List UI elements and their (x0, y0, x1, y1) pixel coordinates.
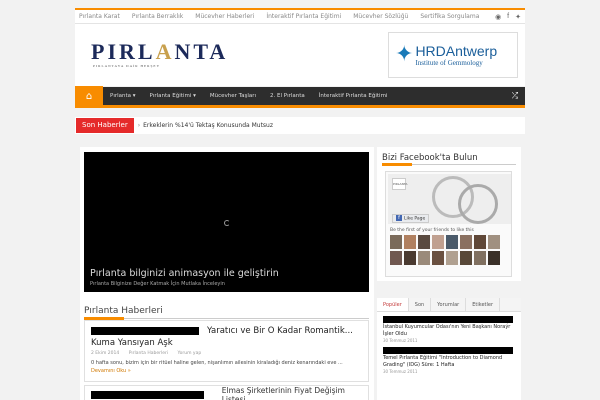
section-header: Pırlanta Haberleri (84, 305, 369, 320)
popular-post-date: 30 Temmuz 2011 (383, 369, 418, 374)
home-icon[interactable]: ⌂ (75, 85, 103, 107)
sidebar: Bizi Facebook'ta Bulun PIRLANTA f Like Pa… (377, 147, 521, 400)
main-nav: ⌂ Pırlanta ▾ Pırlanta Eğitimi ▾ Mücevher… (75, 85, 525, 108)
avatar[interactable] (474, 235, 486, 249)
nav-item-pirlanta[interactable]: Pırlanta ▾ (103, 93, 143, 99)
redacted-block (91, 327, 199, 335)
avatar[interactable] (432, 251, 444, 265)
avatar[interactable] (418, 235, 430, 249)
facebook-faces (390, 235, 510, 265)
hrd-banner-title: HRDAntwerp (415, 42, 498, 59)
top-link-karat[interactable]: Pırlanta Karat (79, 13, 120, 20)
tab-bar: Popüler Son Yorumlar Etiketler (377, 298, 521, 312)
article-excerpt: 0 hafta sonu, bizim için bir ritüel hali… (91, 360, 343, 366)
avatar[interactable] (488, 251, 500, 265)
article-meta: 2 Ekim 2014 Pırlanta Haberleri Yorum yap (91, 351, 362, 356)
top-link-interaktif-egitim[interactable]: İnteraktif Pırlanta Eğitimi (266, 13, 341, 20)
avatar[interactable] (390, 251, 402, 265)
widget-underline (382, 163, 516, 166)
section-title: Pırlanta Haberleri (84, 306, 163, 316)
facebook-cover-image[interactable]: PIRLANTA f Like Page (388, 174, 511, 224)
chevron-right-icon: › (137, 122, 141, 129)
article-title[interactable]: Yaratıcı ve Bir O Kadar Romantik... (207, 326, 353, 336)
list-item: Temel Pırlanta Eğitimi "Introduction to … (377, 343, 521, 374)
list-item: İstanbul Kuyumcular Odası'nın Yeni Başka… (377, 312, 521, 343)
avatar[interactable] (460, 251, 472, 265)
read-more-link[interactable]: Devamını Oku » (91, 368, 362, 374)
tab-son[interactable]: Son (409, 298, 432, 311)
avatar[interactable] (432, 235, 444, 249)
nav-item-mucevher-taslari[interactable]: Mücevher Taşları (203, 93, 263, 99)
avatar[interactable] (488, 235, 500, 249)
facebook-widget-title: Bizi Facebook'ta Bulun (382, 153, 478, 163)
redacted-block (91, 391, 204, 399)
nav-item-interaktif[interactable]: İnteraktif Pırlanta Eğitimi (312, 93, 395, 99)
top-link-berraklik[interactable]: Pırlanta Berraklık (132, 13, 183, 20)
main-content: Pırlanta bilginizi animasyon ile gelişti… (80, 147, 374, 400)
hrd-antwerp-banner[interactable]: ✦ HRDAntwerp Institute of Gemmology (388, 32, 518, 78)
facebook-page-thumb: PIRLANTA (392, 178, 407, 190)
shuffle-icon[interactable]: ⤮ (505, 91, 525, 101)
nav-item-ikinci-el[interactable]: 2. El Pırlanta (263, 93, 312, 99)
article-category[interactable]: Pırlanta Haberleri (129, 351, 168, 356)
article-title[interactable]: Elmas Şirketlerinin Fiyat Değişim Listes… (222, 386, 362, 400)
twitter-icon[interactable]: ✦ (515, 13, 521, 21)
hrd-star-icon: ✦ (395, 42, 414, 67)
facebook-widget: Bizi Facebook'ta Bulun PIRLANTA f Like Pa… (377, 147, 521, 281)
logo-word-a: PIRL (91, 39, 156, 64)
ring-image (458, 184, 498, 224)
avatar[interactable] (460, 235, 472, 249)
ticker-label: Son Haberler (76, 118, 134, 133)
top-link-mucevher-haberleri[interactable]: Mücevher Haberleri (195, 13, 254, 20)
tab-yorumlar[interactable]: Yorumlar (431, 298, 467, 311)
avatar[interactable] (418, 251, 430, 265)
facebook-friends-text: Be the first of your friends to like thi… (390, 228, 474, 233)
redacted-block (383, 347, 513, 354)
article-comments[interactable]: Yorum yap (178, 351, 202, 356)
site-header: PIRLANTA PIRLANTAYA DAİR HERŞEY ✦ HRDAnt… (75, 24, 525, 86)
news-ticker: Son Haberler › Erkeklerin %14'ü Tektaş K… (75, 117, 525, 134)
site-logo[interactable]: PIRLANTA PIRLANTAYA DAİR HERŞEY (91, 39, 229, 69)
avatar[interactable] (446, 251, 458, 265)
logo-word-c: NTA (174, 39, 229, 64)
top-bar: Pırlanta Karat Pırlanta Berraklık Mücevh… (75, 8, 525, 24)
article-date: 2 Ekim 2014 (91, 351, 120, 356)
redacted-block (383, 316, 513, 323)
ticker-headline[interactable]: Erkeklerin %14'ü Tektaş Konusunda Mutsuz (143, 122, 273, 129)
article-card: Yaratıcı ve Bir O Kadar Romantik... Kuma… (84, 320, 369, 382)
popular-post-title[interactable]: Temel Pırlanta Eğitimi "Introduction to … (383, 355, 515, 368)
tab-etiketler[interactable]: Etiketler (466, 298, 501, 311)
popular-post-title[interactable]: İstanbul Kuyumcular Odası'nın Yeni Başka… (383, 324, 515, 337)
avatar[interactable] (390, 235, 402, 249)
posts-tabs-widget: Popüler Son Yorumlar Etiketler İstanbul … (377, 298, 521, 400)
nav-item-pirlanta-egitimi[interactable]: Pırlanta Eğitimi ▾ (143, 93, 203, 99)
slider-caption-subtitle: Pırlanta Bilginize Değer Katmak İçin Mut… (90, 281, 225, 287)
article-card: Elmas Şirketlerinin Fiyat Değişim Listes… (84, 385, 369, 400)
facebook-icon: f (396, 215, 402, 221)
facebook-page-plugin: PIRLANTA f Like Page Be the first of your… (385, 171, 512, 277)
facebook-like-button[interactable]: f Like Page (392, 214, 430, 223)
top-link-mucevher-sozlugu[interactable]: Mücevher Sözlüğü (353, 13, 408, 20)
logo-tagline: PIRLANTAYA DAİR HERŞEY (93, 64, 161, 68)
tab-populer[interactable]: Popüler (377, 298, 409, 311)
logo-word-b: A (155, 39, 175, 64)
rss-icon[interactable]: ◉ (495, 13, 501, 21)
avatar[interactable] (446, 235, 458, 249)
featured-slider[interactable]: Pırlanta bilginizi animasyon ile gelişti… (84, 152, 369, 292)
avatar[interactable] (404, 235, 416, 249)
slider-caption-title[interactable]: Pırlanta bilginizi animasyon ile gelişti… (90, 268, 279, 279)
avatar[interactable] (404, 251, 416, 265)
avatar[interactable] (474, 251, 486, 265)
loading-spinner-icon (224, 220, 230, 226)
social-links: ◉ f ✦ (495, 13, 521, 21)
article-title-line2[interactable]: Kuma Yansıyan Aşk (91, 338, 362, 348)
top-link-sertifika[interactable]: Sertifika Sorgulama (420, 13, 479, 20)
facebook-icon[interactable]: f (507, 13, 509, 21)
hrd-banner-subtitle: Institute of Gemmology (415, 58, 483, 67)
